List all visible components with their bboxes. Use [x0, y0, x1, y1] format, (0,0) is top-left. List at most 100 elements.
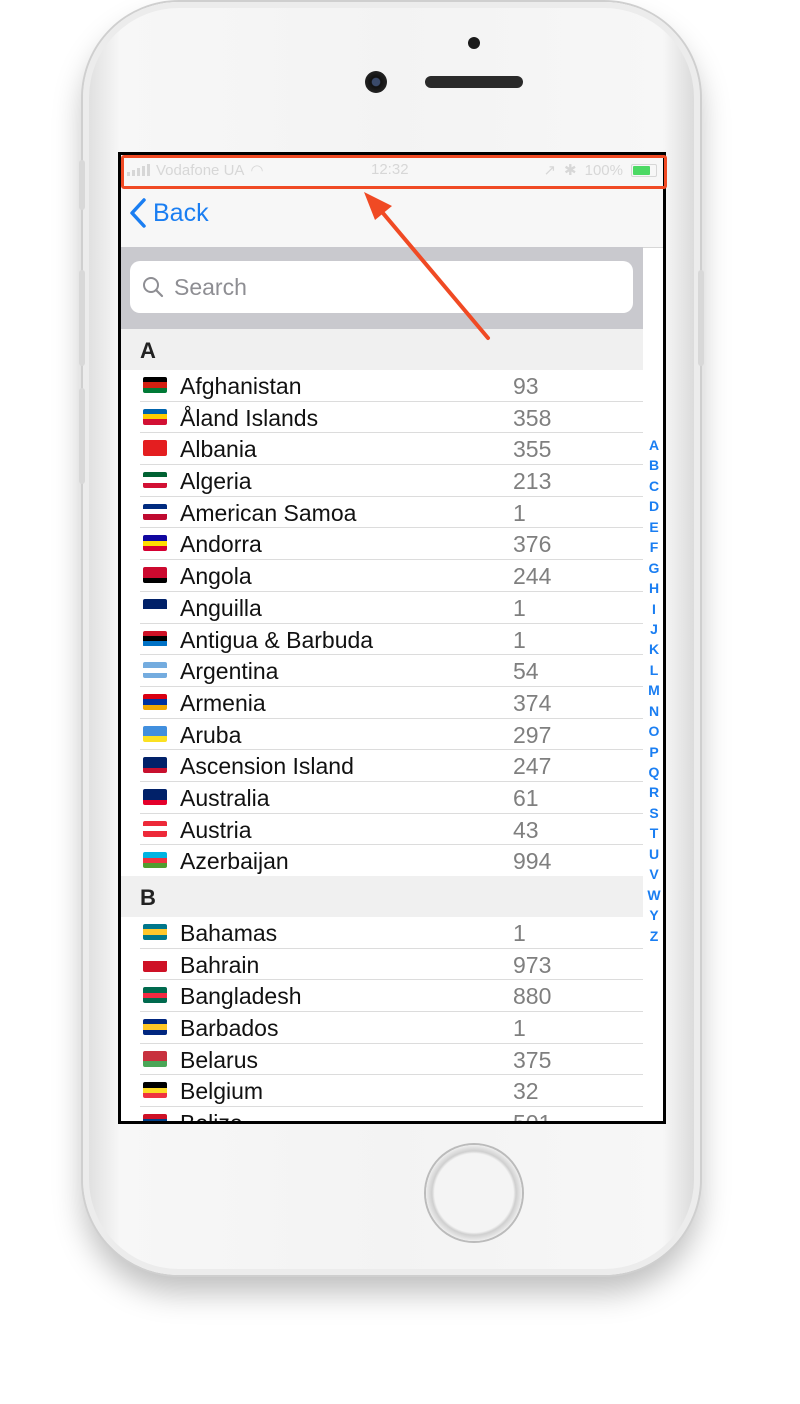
status-time: 12:32 — [371, 161, 409, 178]
country-list: A Afghanistan 93 Åland Islands 358 Albania 355… — [121, 329, 643, 1121]
country-code: 973 — [513, 951, 552, 978]
index-letter[interactable]: N — [649, 701, 659, 721]
index-letter[interactable]: D — [649, 496, 659, 516]
flag-icon — [143, 757, 167, 774]
country-name: Andorra — [180, 531, 262, 558]
index-letter[interactable]: U — [649, 844, 659, 864]
country-row[interactable]: Armenia 374 — [140, 687, 643, 719]
back-button[interactable]: Back — [129, 197, 209, 229]
country-code: 374 — [513, 689, 552, 716]
country-code: 61 — [513, 784, 539, 811]
country-name: Albania — [180, 436, 257, 463]
index-letter[interactable]: A — [649, 435, 659, 455]
index-letter[interactable]: H — [649, 578, 659, 598]
country-row[interactable]: Bahrain 973 — [140, 949, 643, 981]
index-letter[interactable]: V — [649, 864, 658, 884]
country-code: 501 — [513, 1109, 551, 1121]
country-row[interactable]: Ascension Island 247 — [140, 750, 643, 782]
country-row[interactable]: Belarus 375 — [140, 1044, 643, 1076]
proximity-sensor — [468, 37, 480, 49]
flag-icon — [143, 630, 167, 647]
index-letter[interactable]: Y — [649, 905, 658, 925]
index-letter[interactable]: P — [649, 742, 658, 762]
country-name: Belgium — [180, 1078, 264, 1105]
signal-icon — [127, 164, 150, 176]
index-letter[interactable]: C — [649, 476, 659, 496]
country-row[interactable]: Azerbaijan 994 — [140, 845, 643, 876]
index-letter[interactable]: L — [650, 660, 659, 680]
country-code: 54 — [513, 658, 539, 685]
battery-icon — [631, 163, 657, 177]
country-row[interactable]: Belize 501 — [140, 1107, 643, 1121]
country-row[interactable]: Andorra 376 — [140, 528, 643, 561]
index-letter[interactable]: W — [647, 885, 660, 905]
flag-icon — [143, 535, 167, 552]
index-letter[interactable]: B — [649, 455, 659, 475]
country-name: Bahamas — [180, 920, 278, 946]
country-row[interactable]: Afghanistan 93 — [140, 370, 643, 402]
country-code: 247 — [513, 753, 552, 780]
index-letter[interactable]: S — [649, 803, 658, 823]
flag-icon — [143, 408, 167, 425]
index-letter[interactable]: O — [649, 721, 660, 741]
index-letter[interactable]: R — [649, 782, 659, 802]
country-row[interactable]: Algeria 213 — [140, 465, 643, 497]
country-row[interactable]: Åland Islands 358 — [140, 402, 643, 434]
volume-up-button — [79, 270, 85, 366]
country-code: 43 — [513, 816, 539, 843]
search-input[interactable] — [172, 272, 616, 302]
earpiece-speaker — [425, 76, 523, 88]
country-name: Argentina — [180, 658, 279, 685]
country-code: 244 — [513, 563, 552, 590]
country-name: Afghanistan — [180, 373, 302, 399]
status-bar: Vodafone UA ◠ 12:32 ↗ ✱ 100% — [121, 155, 663, 187]
country-row[interactable]: Austria 43 — [140, 814, 643, 846]
mute-switch — [79, 160, 85, 210]
country-code: 375 — [513, 1046, 552, 1073]
country-code: 880 — [513, 983, 552, 1010]
country-name: Ascension Island — [180, 753, 354, 780]
navigation-bar: Back — [121, 187, 663, 248]
index-letter[interactable]: M — [648, 680, 660, 700]
country-code: 213 — [513, 468, 552, 495]
section-index[interactable]: ABCDEFGHIJKLMNOPQRSTUVWYZ — [645, 435, 663, 946]
country-row[interactable]: Australia 61 — [140, 782, 643, 814]
country-code: 1 — [513, 626, 526, 653]
country-row[interactable]: Belgium 32 — [140, 1075, 643, 1108]
index-letter[interactable]: K — [649, 639, 659, 659]
country-row[interactable]: Angola 244 — [140, 560, 643, 592]
country-row[interactable]: Anguilla 1 — [140, 592, 643, 624]
country-code: 1 — [513, 1015, 526, 1042]
wifi-icon: ◠ — [250, 162, 264, 179]
flag-icon — [143, 440, 167, 457]
index-letter[interactable]: J — [650, 619, 658, 639]
index-letter[interactable]: E — [649, 517, 658, 537]
search-field-container[interactable] — [130, 261, 633, 313]
country-row[interactable]: Antigua & Barbuda 1 — [140, 624, 643, 656]
country-row[interactable]: Argentina 54 — [140, 655, 643, 687]
country-row[interactable]: Bahamas 1 — [140, 917, 643, 949]
country-name: Barbados — [180, 1015, 279, 1042]
country-row[interactable]: American Samoa 1 — [140, 497, 643, 529]
index-letter[interactable]: T — [650, 823, 659, 843]
home-button[interactable] — [426, 1145, 522, 1241]
flag-icon — [143, 598, 167, 615]
flag-icon — [143, 693, 167, 710]
country-name: Angola — [180, 563, 252, 590]
index-letter[interactable]: Q — [649, 762, 660, 782]
country-row[interactable]: Aruba 297 — [140, 719, 643, 751]
country-name: Aruba — [180, 721, 242, 748]
country-name: Belize — [180, 1109, 243, 1121]
status-right: ↗ ✱ 100% — [543, 161, 657, 179]
country-row[interactable]: Albania 355 — [140, 433, 643, 466]
index-letter[interactable]: F — [650, 537, 659, 557]
country-code: 376 — [513, 531, 552, 558]
flag-icon — [143, 377, 167, 393]
country-row[interactable]: Bangladesh 880 — [140, 980, 643, 1013]
country-code: 355 — [513, 436, 552, 463]
country-row[interactable]: Barbados 1 — [140, 1012, 643, 1044]
index-letter[interactable]: Z — [650, 926, 659, 946]
index-letter[interactable]: I — [652, 599, 656, 619]
volume-down-button — [79, 388, 85, 484]
index-letter[interactable]: G — [649, 558, 660, 578]
